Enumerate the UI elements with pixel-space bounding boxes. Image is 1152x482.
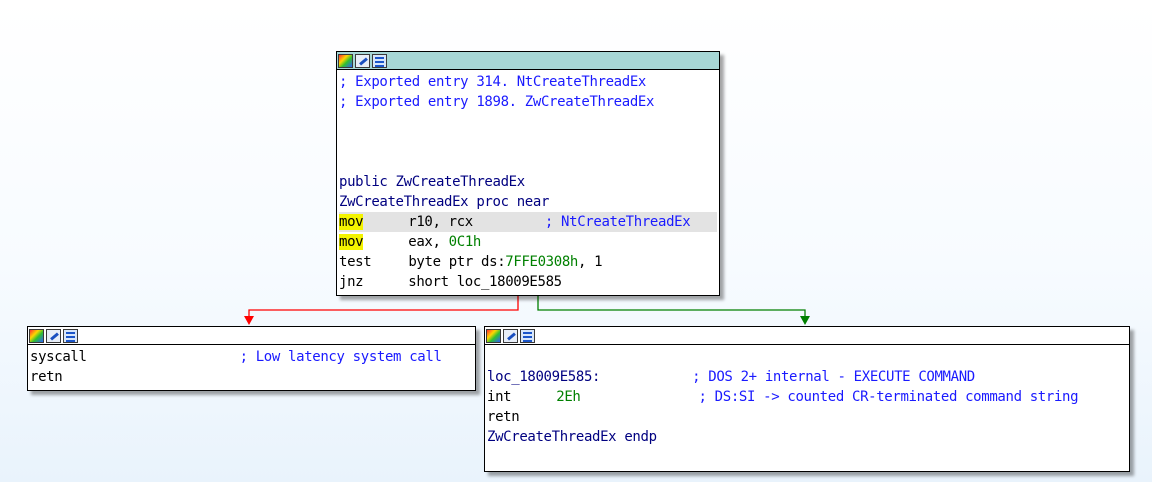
false-branch-arrowhead bbox=[244, 316, 254, 325]
operands[interactable]: byte ptr ds: bbox=[408, 254, 505, 270]
instruction-line[interactable]: retn bbox=[30, 367, 473, 387]
code-area: ; Exported entry 314. NtCreateThreadEx ;… bbox=[337, 70, 719, 295]
rename-icon[interactable] bbox=[46, 328, 61, 343]
mnemonic[interactable]: syscall bbox=[30, 349, 87, 365]
mnemonic[interactable]: retn bbox=[30, 369, 63, 385]
rename-icon[interactable] bbox=[503, 328, 518, 343]
label-line[interactable]: loc_18009E585: ; DOS 2+ internal - EXECUT… bbox=[487, 367, 1127, 387]
proc-line: ZwCreateThreadEx proc near bbox=[339, 194, 550, 210]
instruction-comment: ; Low latency system call bbox=[239, 349, 442, 365]
mnemonic[interactable]: mov bbox=[339, 214, 364, 230]
comment-line: ; Exported entry 314. NtCreateThreadEx bbox=[339, 74, 646, 90]
instruction-comment: ; DOS 2+ internal - EXECUTE COMMAND bbox=[692, 369, 975, 385]
loc-basic-block[interactable]: loc_18009E585: ; DOS 2+ internal - EXECUT… bbox=[484, 326, 1130, 472]
node-header bbox=[337, 52, 719, 70]
graph-icon[interactable] bbox=[372, 53, 387, 68]
top-basic-block[interactable]: ; Exported entry 314. NtCreateThreadEx ;… bbox=[336, 51, 720, 296]
public-line: public ZwCreateThreadEx bbox=[339, 174, 525, 190]
instruction-line[interactable]: retn bbox=[487, 407, 1127, 427]
mnemonic[interactable]: mov bbox=[339, 234, 364, 250]
color-icon[interactable] bbox=[338, 53, 353, 68]
false-branch-edge bbox=[248, 296, 519, 322]
code-area: loc_18009E585: ; DOS 2+ internal - EXECUT… bbox=[485, 345, 1129, 450]
immediate-value[interactable]: 2Eh bbox=[556, 389, 581, 405]
true-branch-arrowhead bbox=[800, 316, 810, 325]
instruction-line[interactable]: mov r10, rcx ; NtCreateThreadEx bbox=[339, 212, 717, 232]
node-header bbox=[28, 327, 475, 345]
immediate-value[interactable]: 7FFE0308h bbox=[505, 254, 578, 270]
color-icon[interactable] bbox=[486, 328, 501, 343]
mnemonic[interactable]: int bbox=[487, 389, 512, 405]
instruction-comment: ; NtCreateThreadEx bbox=[544, 214, 691, 230]
code-area: syscall ; Low latency system call retn bbox=[28, 345, 475, 390]
instruction-line[interactable]: test byte ptr ds:7FFE0308h, 1 bbox=[339, 252, 717, 272]
color-icon[interactable] bbox=[29, 328, 44, 343]
node-header bbox=[485, 327, 1129, 345]
endp-line: ZwCreateThreadEx endp bbox=[487, 429, 657, 445]
mnemonic[interactable]: retn bbox=[487, 409, 520, 425]
instruction-comment: ; DS:SI -> counted CR-terminated command… bbox=[698, 389, 1079, 405]
syscall-basic-block[interactable]: syscall ; Low latency system call retn bbox=[27, 326, 476, 391]
location-label[interactable]: loc_18009E585: bbox=[487, 369, 600, 385]
operands[interactable]: eax, bbox=[408, 234, 448, 250]
operands-suffix: , 1 bbox=[578, 254, 603, 270]
immediate-value[interactable]: 0C1h bbox=[449, 234, 482, 250]
graph-icon[interactable] bbox=[63, 328, 78, 343]
rename-icon[interactable] bbox=[355, 53, 370, 68]
mnemonic[interactable]: test bbox=[339, 254, 372, 270]
graph-icon[interactable] bbox=[520, 328, 535, 343]
instruction-line[interactable]: jnz short loc_18009E585 bbox=[339, 272, 717, 292]
operands[interactable]: r10, rcx bbox=[408, 214, 473, 230]
jump-target[interactable]: short loc_18009E585 bbox=[408, 274, 562, 290]
instruction-line[interactable]: syscall ; Low latency system call bbox=[30, 347, 473, 367]
true-branch-edge bbox=[537, 296, 806, 322]
mnemonic[interactable]: jnz bbox=[339, 274, 364, 290]
comment-line: ; Exported entry 1898. ZwCreateThreadEx bbox=[339, 94, 655, 110]
instruction-line[interactable]: int 2Eh ; DS:SI -> counted CR-terminated c… bbox=[487, 387, 1127, 407]
instruction-line[interactable]: mov eax, 0C1h bbox=[339, 232, 717, 252]
